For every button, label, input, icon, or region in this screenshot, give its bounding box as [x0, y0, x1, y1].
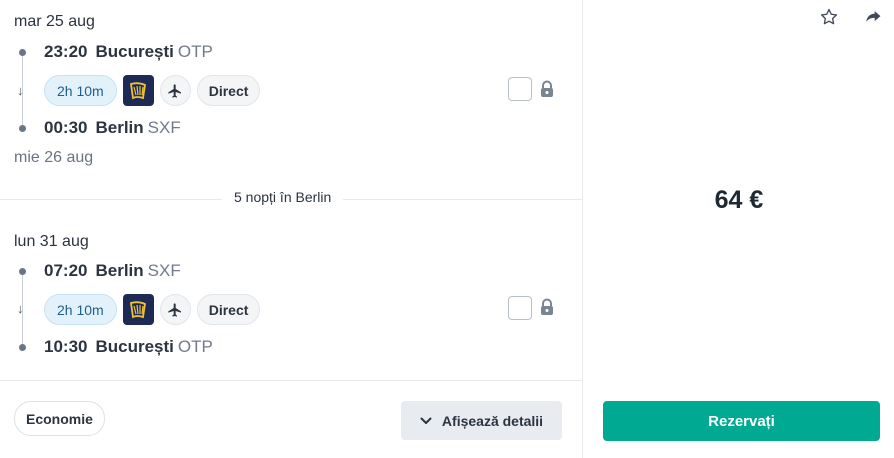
inbound-segment-chips: 2h 10m Direct — [44, 294, 261, 325]
duration-badge: 2h 10m — [44, 75, 117, 106]
outbound-segment-chips: 2h 10m Direct — [44, 75, 261, 106]
arrow-down-icon: ↓ — [17, 83, 24, 98]
arrival-time: 00:30 — [44, 118, 88, 137]
arrival-city: Berlin — [95, 118, 144, 137]
inbound-arrival: 10:30 București OTP — [44, 337, 213, 357]
departure-city: București — [95, 42, 174, 61]
stops-badge: Direct — [196, 75, 261, 106]
stay-duration-label: 5 nopți în Berlin — [222, 189, 344, 205]
footer-divider — [0, 380, 582, 381]
inbound-departure: 07:20 Berlin SXF — [44, 261, 181, 281]
arrival-airport-code: OTP — [177, 337, 213, 356]
outbound-arrival-date: mie 26 aug — [14, 149, 94, 166]
airline-logo-icon — [122, 294, 154, 325]
airplane-icon — [159, 75, 191, 106]
departure-airport-code: OTP — [177, 42, 213, 61]
show-details-button[interactable]: Afișează detalii — [401, 401, 562, 440]
itinerary-section: mar 25 aug 23:20 București OTP ↓ 2h 10m … — [0, 0, 582, 458]
arrow-down-icon: ↓ — [17, 301, 24, 316]
departure-time: 07:20 — [44, 261, 88, 280]
arrival-city: București — [95, 337, 174, 356]
outbound-departure: 23:20 București OTP — [44, 42, 213, 62]
select-segment-checkbox[interactable] — [508, 296, 532, 320]
price-panel: 64 € Rezervați — [582, 0, 894, 458]
airline-logo-icon — [122, 75, 154, 106]
inbound-departure-dot — [19, 268, 26, 275]
outbound-date: mar 25 aug — [14, 13, 95, 30]
lock-icon — [539, 298, 555, 316]
share-icon[interactable] — [863, 7, 883, 27]
outbound-arrival-dot — [19, 125, 26, 132]
select-segment-checkbox[interactable] — [508, 77, 532, 101]
itinerary-card: mar 25 aug 23:20 București OTP ↓ 2h 10m … — [0, 0, 894, 458]
book-button[interactable]: Rezervați — [603, 401, 880, 441]
arrival-airport-code: SXF — [147, 118, 181, 137]
show-details-label: Afișează detalii — [441, 412, 544, 429]
departure-city: Berlin — [95, 261, 144, 280]
stops-badge: Direct — [196, 294, 261, 325]
price-label: 64 € — [714, 186, 764, 214]
chevron-down-icon — [420, 417, 432, 424]
airplane-icon — [159, 294, 191, 325]
outbound-arrival: 00:30 Berlin SXF — [44, 118, 181, 138]
cabin-class-badge: Economie — [14, 401, 105, 436]
duration-badge: 2h 10m — [44, 294, 117, 325]
departure-time: 23:20 — [44, 42, 88, 61]
arrival-time: 10:30 — [44, 337, 88, 356]
inbound-date: lun 31 aug — [14, 233, 89, 250]
lock-icon — [539, 80, 555, 98]
outbound-departure-dot — [19, 49, 26, 56]
departure-airport-code: SXF — [147, 261, 181, 280]
star-icon[interactable] — [819, 7, 839, 27]
inbound-arrival-dot — [19, 344, 26, 351]
